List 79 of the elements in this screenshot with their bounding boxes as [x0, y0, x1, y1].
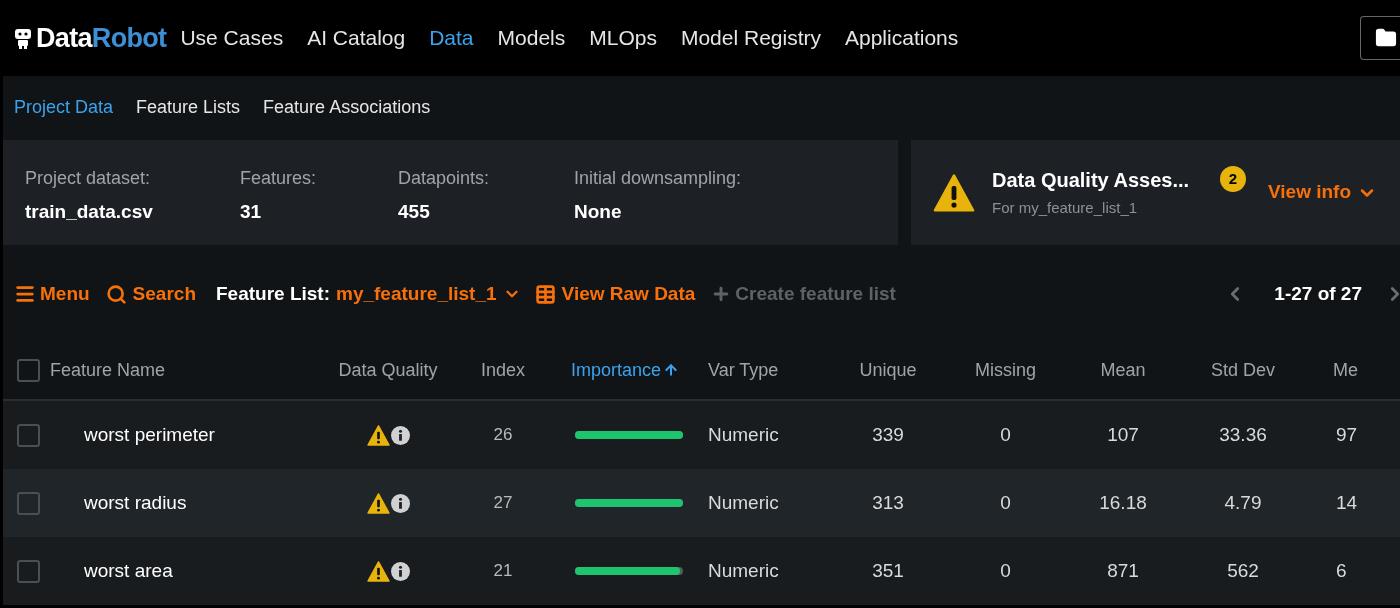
checkbox[interactable] [17, 491, 40, 515]
sub-tab[interactable]: Feature Associations [263, 93, 431, 121]
info-icon[interactable] [390, 561, 410, 581]
summary-label: Initial downsampling: [574, 167, 743, 190]
column-header[interactable]: Std Dev [1211, 356, 1275, 384]
search-button[interactable]: Search [105, 279, 196, 309]
sub-tab[interactable]: Project Data [14, 93, 114, 121]
table-cell: Numeric [708, 491, 779, 513]
table-cell-text: 16.18 [1099, 490, 1147, 515]
table-cell-text: 562 [1227, 558, 1259, 583]
checkbox[interactable] [17, 358, 40, 382]
view-info-button[interactable]: View info [1268, 178, 1378, 207]
column-header[interactable]: Feature Name [50, 356, 166, 384]
pagination-label: 1-27 of 27 [1274, 281, 1362, 306]
table-cell-text: 33.36 [1219, 422, 1267, 447]
column-header[interactable]: Data Quality [338, 356, 438, 384]
sub-tab[interactable]: Feature Lists [136, 93, 241, 121]
table-cell-text: 351 [872, 558, 904, 583]
feature-name: worst perimeter [84, 422, 215, 447]
nav-tab[interactable]: Use Cases [180, 22, 284, 54]
table-cell-text: 339 [872, 422, 904, 447]
table-cell-text: 27 [493, 492, 513, 515]
summary-value: 31 [240, 200, 263, 224]
nav-tab[interactable]: MLOps [589, 22, 657, 54]
nav-tab[interactable]: Model Registry [680, 22, 821, 54]
summary-value: train_data.csv [25, 200, 154, 224]
table-cell-text: 0 [1000, 490, 1011, 515]
table-cell-text: 0 [1000, 558, 1011, 583]
table-cell-text: 0 [1000, 422, 1011, 447]
table-cell: Numeric [708, 559, 779, 581]
table-cell-text: 4.79 [1224, 490, 1262, 515]
table-row[interactable]: worst radius 27 Numeric 313 0 16.18 4.79 14 [3, 469, 1400, 537]
column-header[interactable]: Me [1333, 356, 1358, 384]
nav-tab[interactable]: Models [497, 22, 566, 54]
checkbox[interactable] [17, 559, 40, 583]
robot-logo-icon [13, 27, 33, 49]
table-cell-text: 107 [1107, 422, 1139, 447]
table-cell: 97 [1336, 423, 1358, 445]
search-icon [105, 283, 127, 305]
column-header[interactable]: Unique [859, 356, 917, 384]
info-icon[interactable] [390, 425, 410, 445]
quality-title: Data Quality Asses... [992, 168, 1191, 194]
warning-icon [933, 173, 975, 212]
summary-value: 455 [398, 200, 431, 224]
folder-icon[interactable] [1375, 27, 1397, 49]
table-row[interactable]: worst area 21 Numeric 351 0 871 562 6 [3, 537, 1400, 605]
column-header[interactable]: Importance [571, 356, 680, 384]
logo-wordmark[interactable]: DataRobot [36, 17, 167, 59]
table-row[interactable]: worst perimeter 26 Numeric 339 0 107 33.36 97 [3, 401, 1400, 469]
issue-count-badge: 2 [1220, 166, 1246, 192]
table-icon [534, 283, 556, 305]
table-cell: Numeric [708, 423, 779, 445]
info-icon[interactable] [390, 493, 410, 513]
menu-icon [14, 283, 36, 305]
column-header[interactable]: Index [480, 356, 525, 384]
table-cell: 14 [1336, 491, 1358, 513]
feature-list-dropdown[interactable]: my_feature_list_1 [336, 279, 521, 309]
column-header[interactable]: Mean [1100, 356, 1146, 384]
nav-tab[interactable]: AI Catalog [307, 22, 406, 54]
table-cell: 6 [1336, 559, 1347, 581]
nav-tab[interactable]: Applications [845, 22, 959, 54]
table-cell-text: 313 [872, 490, 904, 515]
summary-label: Datapoints: [398, 167, 491, 190]
summary-label: Project dataset: [25, 167, 152, 190]
table-cell-text: 21 [493, 560, 513, 583]
column-header[interactable]: Missing [975, 356, 1036, 384]
table-cell-text: 871 [1107, 558, 1139, 583]
column-header[interactable]: Var Type [708, 356, 779, 384]
table-cell-text: 26 [493, 424, 513, 447]
feature-name: worst area [84, 558, 173, 583]
summary-value: None [574, 200, 623, 224]
summary-label: Features: [240, 167, 318, 190]
menu-button[interactable]: Menu [14, 279, 90, 309]
view-raw-data-button[interactable]: View Raw Data [534, 279, 696, 309]
feature-name: worst radius [84, 490, 187, 515]
checkbox[interactable] [17, 423, 40, 447]
quality-subtitle: For my_feature_list_1 [992, 198, 1139, 219]
feature-list-label: Feature List: [216, 281, 330, 306]
nav-tab[interactable]: Data [429, 22, 474, 54]
